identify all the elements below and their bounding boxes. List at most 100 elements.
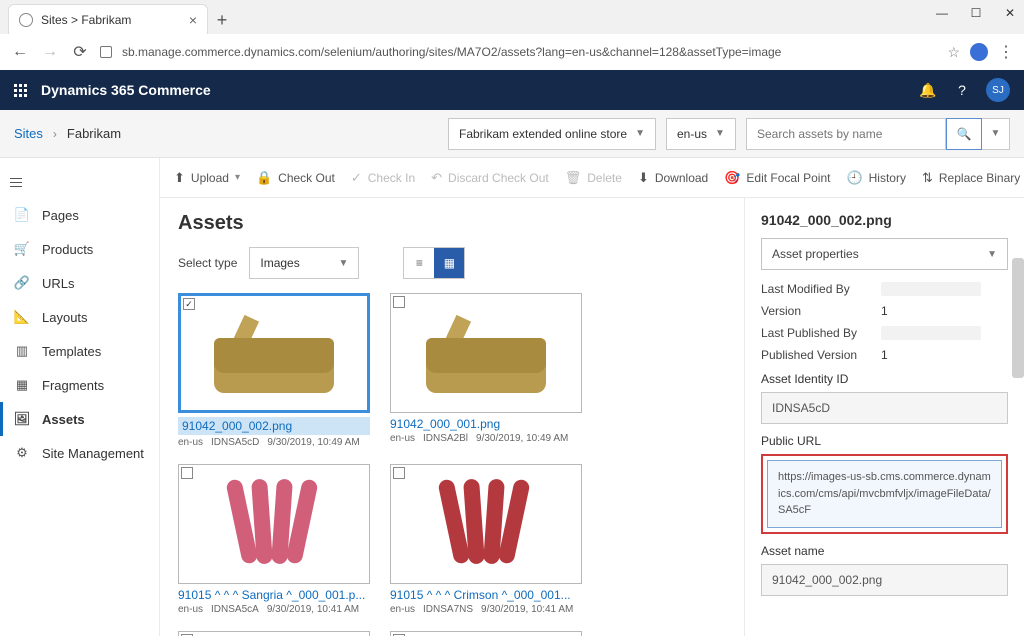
sidebar-item-templates[interactable]: ▥Templates [0,334,159,368]
language-select[interactable]: en-us ▼ [666,118,736,150]
asset-type-select[interactable]: Images ▼ [249,247,359,279]
properties-file-title: 91042_000_002.png [761,212,1008,228]
public-url-highlight: https://images-us-sb.cms.commerce.dynami… [761,454,1008,534]
published-version-label: Published Version [761,348,881,362]
asset-thumbnail[interactable] [178,631,370,636]
sidebar-item-layouts[interactable]: 📐Layouts [0,300,159,334]
asset-meta: en-usIDNSA5cA9/30/2019, 10:41 AM [178,604,370,615]
asset-name-link[interactable]: 91042_000_002.png [178,417,370,435]
link-icon: 🔗 [14,275,30,291]
asset-meta: en-usIDNSA7NS9/30/2019, 10:41 AM [390,604,582,615]
last-published-by-value [881,326,981,340]
checkout-button[interactable]: 🔒Check Out [256,170,335,186]
discard-button: ↶Discard Check Out [431,170,549,186]
assets-icon: 🖼 [14,411,30,427]
search-input[interactable] [746,118,946,150]
replace-binary-button[interactable]: ⇅Replace Binary [922,170,1020,186]
download-button[interactable]: ⬇Download [638,170,708,186]
search-dropdown-button[interactable]: ▼ [982,118,1010,150]
edit-focal-point-button[interactable]: 🎯Edit Focal Point [724,170,830,186]
download-icon: ⬇ [638,170,649,186]
search-icon: 🔍 [957,127,972,141]
last-modified-by-label: Last Modified By [761,282,881,296]
asset-name-link[interactable]: 91015 ^ ^ ^ Crimson ^_000_001... [390,588,582,602]
upload-icon: ⬆ [174,170,185,186]
lock-icon [100,46,112,58]
caret-down-icon: ▼ [635,128,645,139]
browser-tab[interactable]: Sites > Fabrikam × [8,4,208,34]
asset-identity-value: IDNSA5cD [761,392,1008,424]
last-modified-by-value [881,282,981,296]
asset-name-value: 91042_000_002.png [761,564,1008,596]
maximize-button[interactable]: ☐ [968,6,984,20]
asset-name-link[interactable]: 91042_000_001.png [390,417,582,431]
address-bar[interactable]: sb.manage.commerce.dynamics.com/selenium… [122,45,937,59]
bell-icon[interactable]: 🔔 [918,82,938,99]
undo-icon: ↶ [431,170,442,186]
sidebar-item-products[interactable]: 🛒Products [0,232,159,266]
browser-chrome: — ☐ ✕ Sites > Fabrikam × + ← → ⟳ sb.mana… [0,0,1024,70]
list-view-button[interactable]: ≡ [404,248,434,278]
browser-menu-icon[interactable]: ⋮ [998,42,1014,62]
reload-button[interactable]: ⟳ [70,42,90,62]
sidebar-item-pages[interactable]: 📄Pages [0,198,159,232]
asset-card[interactable]: 91015 ^ ^ ^ Sangria ^_000_001.p... en-usI… [178,464,370,615]
asset-card[interactable]: 91042_000_001.png en-usIDNSA2Bl9/30/2019,… [390,293,582,448]
back-button[interactable]: ← [10,42,30,62]
sidebar-item-urls[interactable]: 🔗URLs [0,266,159,300]
asset-identity-label: Asset Identity ID [761,372,1008,386]
upload-button[interactable]: ⬆Upload▾ [174,170,240,186]
asset-checkbox[interactable] [393,467,405,479]
app-header: Dynamics 365 Commerce 🔔 ? SJ [0,70,1024,110]
version-label: Version [761,304,881,318]
public-url-value[interactable]: https://images-us-sb.cms.commerce.dynami… [767,460,1002,528]
forward-button[interactable]: → [40,42,60,62]
globe-icon [19,13,33,27]
page-title: Assets [178,212,726,235]
close-tab-icon[interactable]: × [189,12,197,28]
properties-section-select[interactable]: Asset properties ▼ [761,238,1008,270]
app-launcher-icon[interactable] [14,84,27,97]
sidebar-item-site-management[interactable]: ⚙Site Management [0,436,159,470]
new-tab-button[interactable]: + [208,6,236,34]
lock-icon: 🔒 [256,170,272,186]
bookmark-icon[interactable]: ☆ [947,44,960,61]
profile-avatar-icon[interactable] [970,43,988,61]
history-button[interactable]: 🕘History [846,170,906,186]
template-icon: ▥ [14,343,30,359]
fragment-icon: ▦ [14,377,30,393]
asset-name-link[interactable]: 91015 ^ ^ ^ Sangria ^_000_001.p... [178,588,370,602]
search-button[interactable]: 🔍 [946,118,982,150]
asset-thumbnail[interactable] [390,293,582,413]
asset-card[interactable] [178,631,370,636]
sidebar-item-fragments[interactable]: ▦Fragments [0,368,159,402]
view-toggle: ≡ ▦ [403,247,465,279]
asset-checkbox[interactable]: ✓ [183,298,195,310]
close-window-button[interactable]: ✕ [1002,6,1018,20]
asset-checkbox[interactable] [393,296,405,308]
gear-icon: ⚙ [14,445,30,461]
minimize-button[interactable]: — [934,6,950,20]
scrollbar[interactable] [1012,258,1024,378]
select-type-label: Select type [178,256,237,270]
asset-thumbnail[interactable] [178,464,370,584]
cart-icon: 🛒 [14,241,30,257]
sidebar-item-assets[interactable]: 🖼Assets [0,402,159,436]
asset-thumbnail[interactable] [390,631,582,636]
help-icon[interactable]: ? [952,82,972,98]
sidebar-toggle-button[interactable] [0,166,32,198]
asset-name-label: Asset name [761,544,1008,558]
grid-view-button[interactable]: ▦ [434,248,464,278]
asset-card[interactable]: ✓91042_000_002.pngen-usIDNSA5cD9/30/2019… [178,293,370,448]
breadcrumb-root[interactable]: Sites [14,126,43,141]
asset-thumbnail[interactable] [390,464,582,584]
store-select[interactable]: Fabrikam extended online store ▼ [448,118,656,150]
version-value: 1 [881,304,888,318]
asset-card[interactable]: 91015 ^ ^ ^ Crimson ^_000_001... en-usIDN… [390,464,582,615]
chevron-right-icon: › [53,127,57,141]
asset-card[interactable] [390,631,582,636]
user-avatar[interactable]: SJ [986,78,1010,102]
asset-checkbox[interactable] [181,467,193,479]
asset-thumbnail[interactable]: ✓ [178,293,370,413]
asset-meta: en-usIDNSA2Bl9/30/2019, 10:49 AM [390,433,582,444]
